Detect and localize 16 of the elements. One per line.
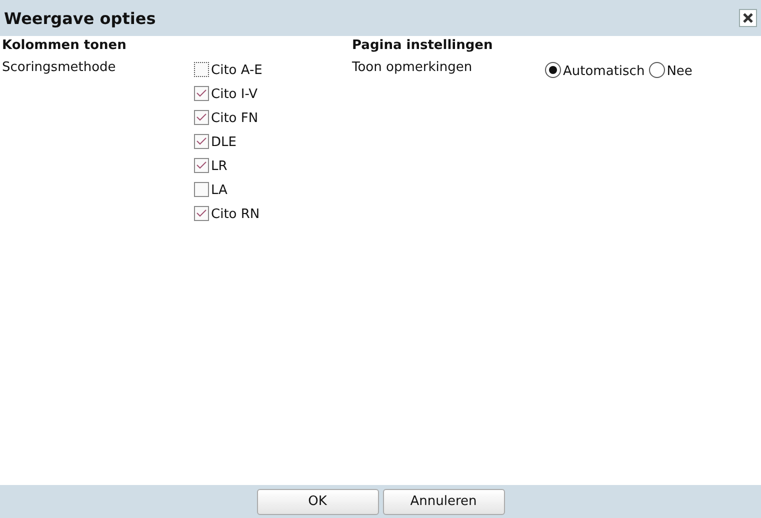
radio-label: Nee — [666, 64, 692, 78]
checkbox-label: LR — [211, 158, 228, 176]
radio-label: Automatisch — [563, 64, 645, 78]
dialog-button[interactable]: Annuleren — [382, 488, 504, 514]
field-label: Scoringsmethode — [2, 59, 117, 77]
checkbox-label: LA — [211, 182, 228, 200]
checkbox-label: Cito RN — [211, 206, 260, 224]
section-heading: Kolommen tonen — [2, 37, 128, 55]
checkbox-label: DLE — [211, 134, 236, 152]
checkbox-label: Cito A-E — [211, 62, 262, 80]
section-heading: Pagina instellingen — [352, 37, 494, 55]
checkbox-label: Cito FN — [211, 110, 258, 128]
field-label: Toon opmerkingen — [352, 59, 474, 77]
window-title: Weergave opties — [4, 8, 156, 28]
checkbox-label: Cito I-V — [211, 86, 258, 104]
dialog-button[interactable]: OK — [256, 488, 378, 514]
